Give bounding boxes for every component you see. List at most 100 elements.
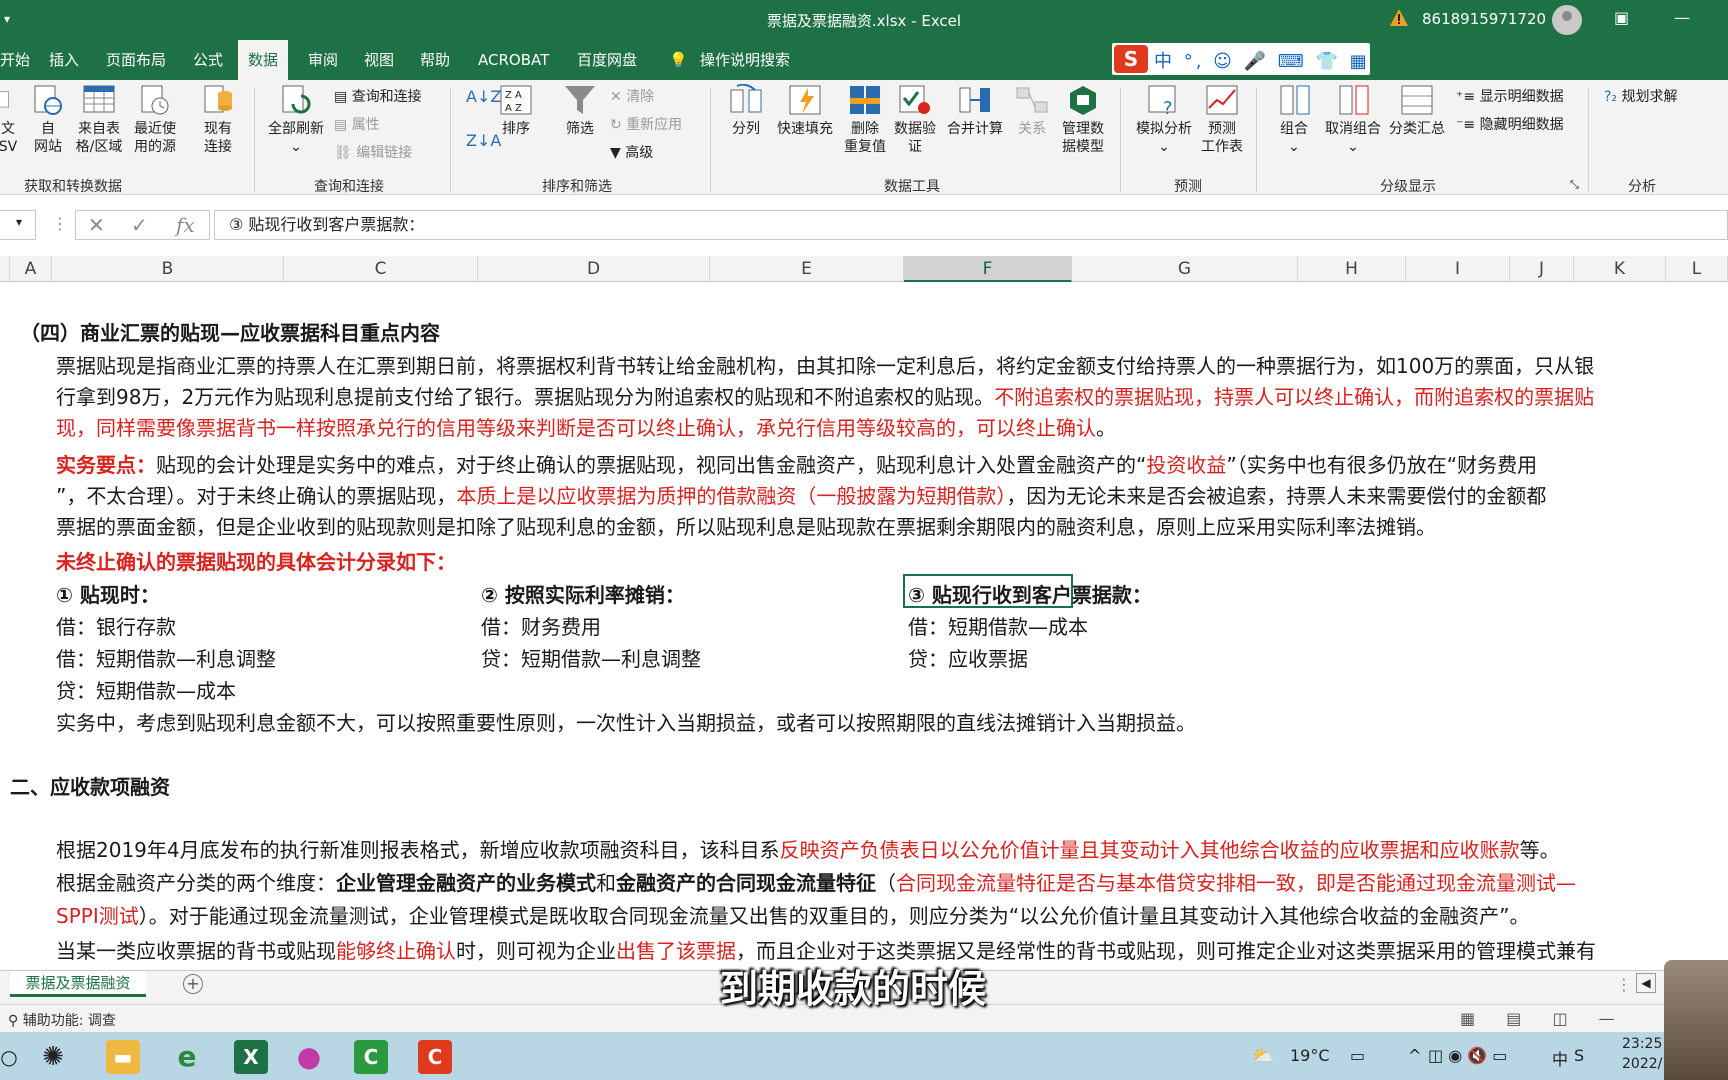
- chevron-down-icon[interactable]: ▾: [16, 215, 22, 229]
- column-header[interactable]: D: [478, 256, 710, 282]
- reapply-button[interactable]: ↻ 重新应用: [610, 116, 682, 134]
- tab-acrobat[interactable]: ACROBAT: [476, 40, 551, 80]
- paint-app-icon[interactable]: ●: [292, 1040, 326, 1074]
- recent-sources-button[interactable]: 最近使 用的源: [130, 84, 180, 156]
- entry-3-line[interactable]: 借：短期借款—成本: [908, 611, 1088, 640]
- entry-1-title[interactable]: ① 贴现时：: [56, 579, 160, 608]
- paragraph-line[interactable]: 现，同样需要像票据背书一样按照承兑行的信用等级来判断是否可以终止确认，承兑行信用…: [56, 412, 1116, 441]
- manage-data-model-button[interactable]: 管理数 据模型: [1056, 84, 1110, 156]
- name-box[interactable]: ▾: [0, 210, 36, 240]
- from-web-button[interactable]: 自 网站: [28, 84, 68, 156]
- scroll-left-icon[interactable]: ◀: [1636, 973, 1656, 993]
- edit-links-button[interactable]: ⛓ 编辑链接: [334, 144, 412, 162]
- from-table-button[interactable]: 来自表 格/区域: [74, 84, 124, 156]
- tray-overflow-icon[interactable]: ^: [1408, 1046, 1421, 1065]
- weather-temp[interactable]: 19°C: [1290, 1046, 1330, 1065]
- entry-3-line[interactable]: 贷：应收票据: [908, 643, 1028, 672]
- camtasia-red-icon[interactable]: C: [418, 1040, 452, 1074]
- clock-time[interactable]: 23:25: [1622, 1036, 1662, 1052]
- paragraph-line[interactable]: 实务要点：贴现的会计处理是实务中的难点，对于终止确认的票据贴现，视同出售金融资产…: [56, 449, 1537, 478]
- column-header[interactable]: A: [10, 256, 52, 282]
- cancel-icon[interactable]: ✕: [88, 213, 105, 237]
- column-header[interactable]: K: [1574, 256, 1666, 282]
- text-to-columns-button[interactable]: 分列: [724, 84, 768, 138]
- entry-1-line[interactable]: 贷：短期借款—成本: [56, 675, 236, 704]
- ime-toolbar[interactable]: S 中 °, ☺ 🎤 ⌨ 👕 ▦: [1112, 43, 1370, 75]
- entry-2-title[interactable]: ② 按照实际利率摊销：: [481, 579, 685, 608]
- data-validation-button[interactable]: 数据验 证: [890, 84, 940, 156]
- weather-icon[interactable]: ⛅: [1252, 1046, 1274, 1067]
- battery-icon[interactable]: ▭: [1350, 1046, 1365, 1065]
- tab-page-layout[interactable]: 页面布局: [104, 40, 168, 80]
- sort-button[interactable]: Z AA Z 排序: [496, 84, 536, 138]
- forecast-sheet-button[interactable]: 预测 工作表: [1198, 84, 1246, 156]
- search-icon[interactable]: ○: [0, 1040, 26, 1074]
- normal-view-icon[interactable]: ▦: [1460, 1009, 1475, 1028]
- tab-data[interactable]: 数据: [238, 40, 289, 80]
- tab-view[interactable]: 视图: [362, 40, 396, 80]
- minimize-button[interactable]: —: [1674, 8, 1690, 27]
- sheet-tab[interactable]: 票据及票据融资: [10, 971, 146, 997]
- column-header[interactable]: L: [1666, 256, 1728, 282]
- accessibility-status[interactable]: ⚲ 辅助功能: 调查: [8, 1010, 116, 1030]
- existing-connections-button[interactable]: 现有 连接: [198, 84, 238, 156]
- entry-2-line[interactable]: 借：财务费用: [481, 611, 601, 640]
- browser-icon[interactable]: e: [170, 1040, 204, 1074]
- paragraph-line[interactable]: 根据2019年4月底发布的执行新准则报表格式，新增应收款项融资科目，该科目系反映…: [56, 834, 1560, 863]
- tell-me-search[interactable]: 操作说明搜索: [698, 40, 792, 80]
- excel-icon[interactable]: X: [234, 1040, 268, 1074]
- restore-ribbon-button[interactable]: ▣: [1614, 8, 1629, 27]
- tab-baidu-netdisk[interactable]: 百度网盘: [575, 40, 639, 80]
- paragraph-line[interactable]: 票据贴现是指商业汇票的持票人在汇票到期日前，将票据权利背书转让给金融机构，由其扣…: [56, 350, 1594, 379]
- properties-button[interactable]: ▤ 属性: [334, 116, 380, 134]
- advanced-filter-button[interactable]: ▼ 高级: [610, 144, 653, 162]
- tab-review[interactable]: 审阅: [306, 40, 340, 80]
- clock-date[interactable]: 2022/: [1622, 1056, 1662, 1072]
- filter-button[interactable]: 筛选: [560, 84, 600, 138]
- group-button[interactable]: 组合 ⌄: [1272, 84, 1316, 156]
- ungroup-button[interactable]: 取消组合 ⌄: [1320, 84, 1386, 156]
- paragraph-line[interactable]: ”，不太合理）。对于未终止确认的票据贴现，本质上是以应收票据为质押的借款融资（一…: [56, 480, 1546, 509]
- hide-detail-button[interactable]: ⁻≡ 隐藏明细数据: [1456, 116, 1564, 134]
- tab-formulas[interactable]: 公式: [191, 40, 225, 80]
- function-icon[interactable]: fx: [176, 213, 195, 237]
- pinwheel-app-icon[interactable]: ✺: [36, 1040, 70, 1074]
- clear-filter-button[interactable]: ✕ 清除: [610, 88, 654, 106]
- paragraph-line[interactable]: SPPI测试）。对于能通过现金流量测试，企业管理模式是既收取合同现金流量又出售的…: [56, 900, 1529, 929]
- file-explorer-icon[interactable]: ▬: [106, 1040, 140, 1074]
- avatar[interactable]: [1552, 5, 1582, 35]
- lightbulb-icon[interactable]: 💡: [667, 40, 690, 80]
- enter-icon[interactable]: ✓: [131, 213, 148, 237]
- solver-button[interactable]: ?₂ 规划求解: [1604, 88, 1678, 106]
- what-if-analysis-button[interactable]: ? 模拟分析 ⌄: [1130, 84, 1198, 156]
- queries-connections-button[interactable]: ▤ 查询和连接: [334, 88, 422, 106]
- camtasia-green-icon[interactable]: C: [354, 1040, 388, 1074]
- entry-2-line[interactable]: 贷：短期借款—利息调整: [481, 643, 701, 672]
- column-header[interactable]: G: [1072, 256, 1298, 282]
- entry-3-title[interactable]: ③ 贴现行收到客户票据款：: [908, 579, 1152, 608]
- tray-app-icons[interactable]: ◫ ◉ 🔇 ▭: [1428, 1046, 1507, 1065]
- from-csv-button[interactable]: 文 SV: [0, 84, 20, 156]
- add-sheet-icon[interactable]: +: [183, 974, 203, 994]
- column-header[interactable]: I: [1406, 256, 1510, 282]
- zoom-out-icon[interactable]: —: [1599, 1009, 1615, 1028]
- page-break-view-icon[interactable]: ◫: [1552, 1009, 1567, 1028]
- entries-heading[interactable]: 未终止确认的票据贴现的具体会计分录如下：: [56, 546, 456, 575]
- page-layout-view-icon[interactable]: ▤: [1506, 1009, 1521, 1028]
- relationships-button[interactable]: 关系: [1012, 84, 1052, 138]
- column-header-selected[interactable]: F: [904, 256, 1072, 282]
- paragraph-line[interactable]: 行拿到98万，2万元作为贴现利息提前支付给了银行。票据贴现分为附追索权的贴现和不…: [56, 381, 1594, 410]
- section-heading[interactable]: （四）商业汇票的贴现—应收票据科目重点内容: [20, 317, 440, 346]
- consolidate-button[interactable]: 合并计算: [944, 84, 1006, 138]
- worksheet-grid[interactable]: （四）商业汇票的贴现—应收票据科目重点内容 票据贴现是指商业汇票的持票人在汇票到…: [0, 283, 1728, 969]
- column-header[interactable]: H: [1298, 256, 1406, 282]
- column-header[interactable]: C: [284, 256, 478, 282]
- drag-handle-icon[interactable]: ⋮: [1616, 975, 1632, 994]
- drag-handle-icon[interactable]: ⋮: [52, 214, 68, 233]
- show-detail-button[interactable]: ⁺≡ 显示明细数据: [1456, 88, 1564, 106]
- subtotal-button[interactable]: 分类汇总: [1384, 84, 1450, 138]
- tab-insert[interactable]: 插入: [47, 40, 81, 80]
- dialog-launcher-icon[interactable]: ⤡: [1570, 176, 1579, 194]
- column-header[interactable]: E: [710, 256, 904, 282]
- warning-icon[interactable]: [1389, 8, 1409, 28]
